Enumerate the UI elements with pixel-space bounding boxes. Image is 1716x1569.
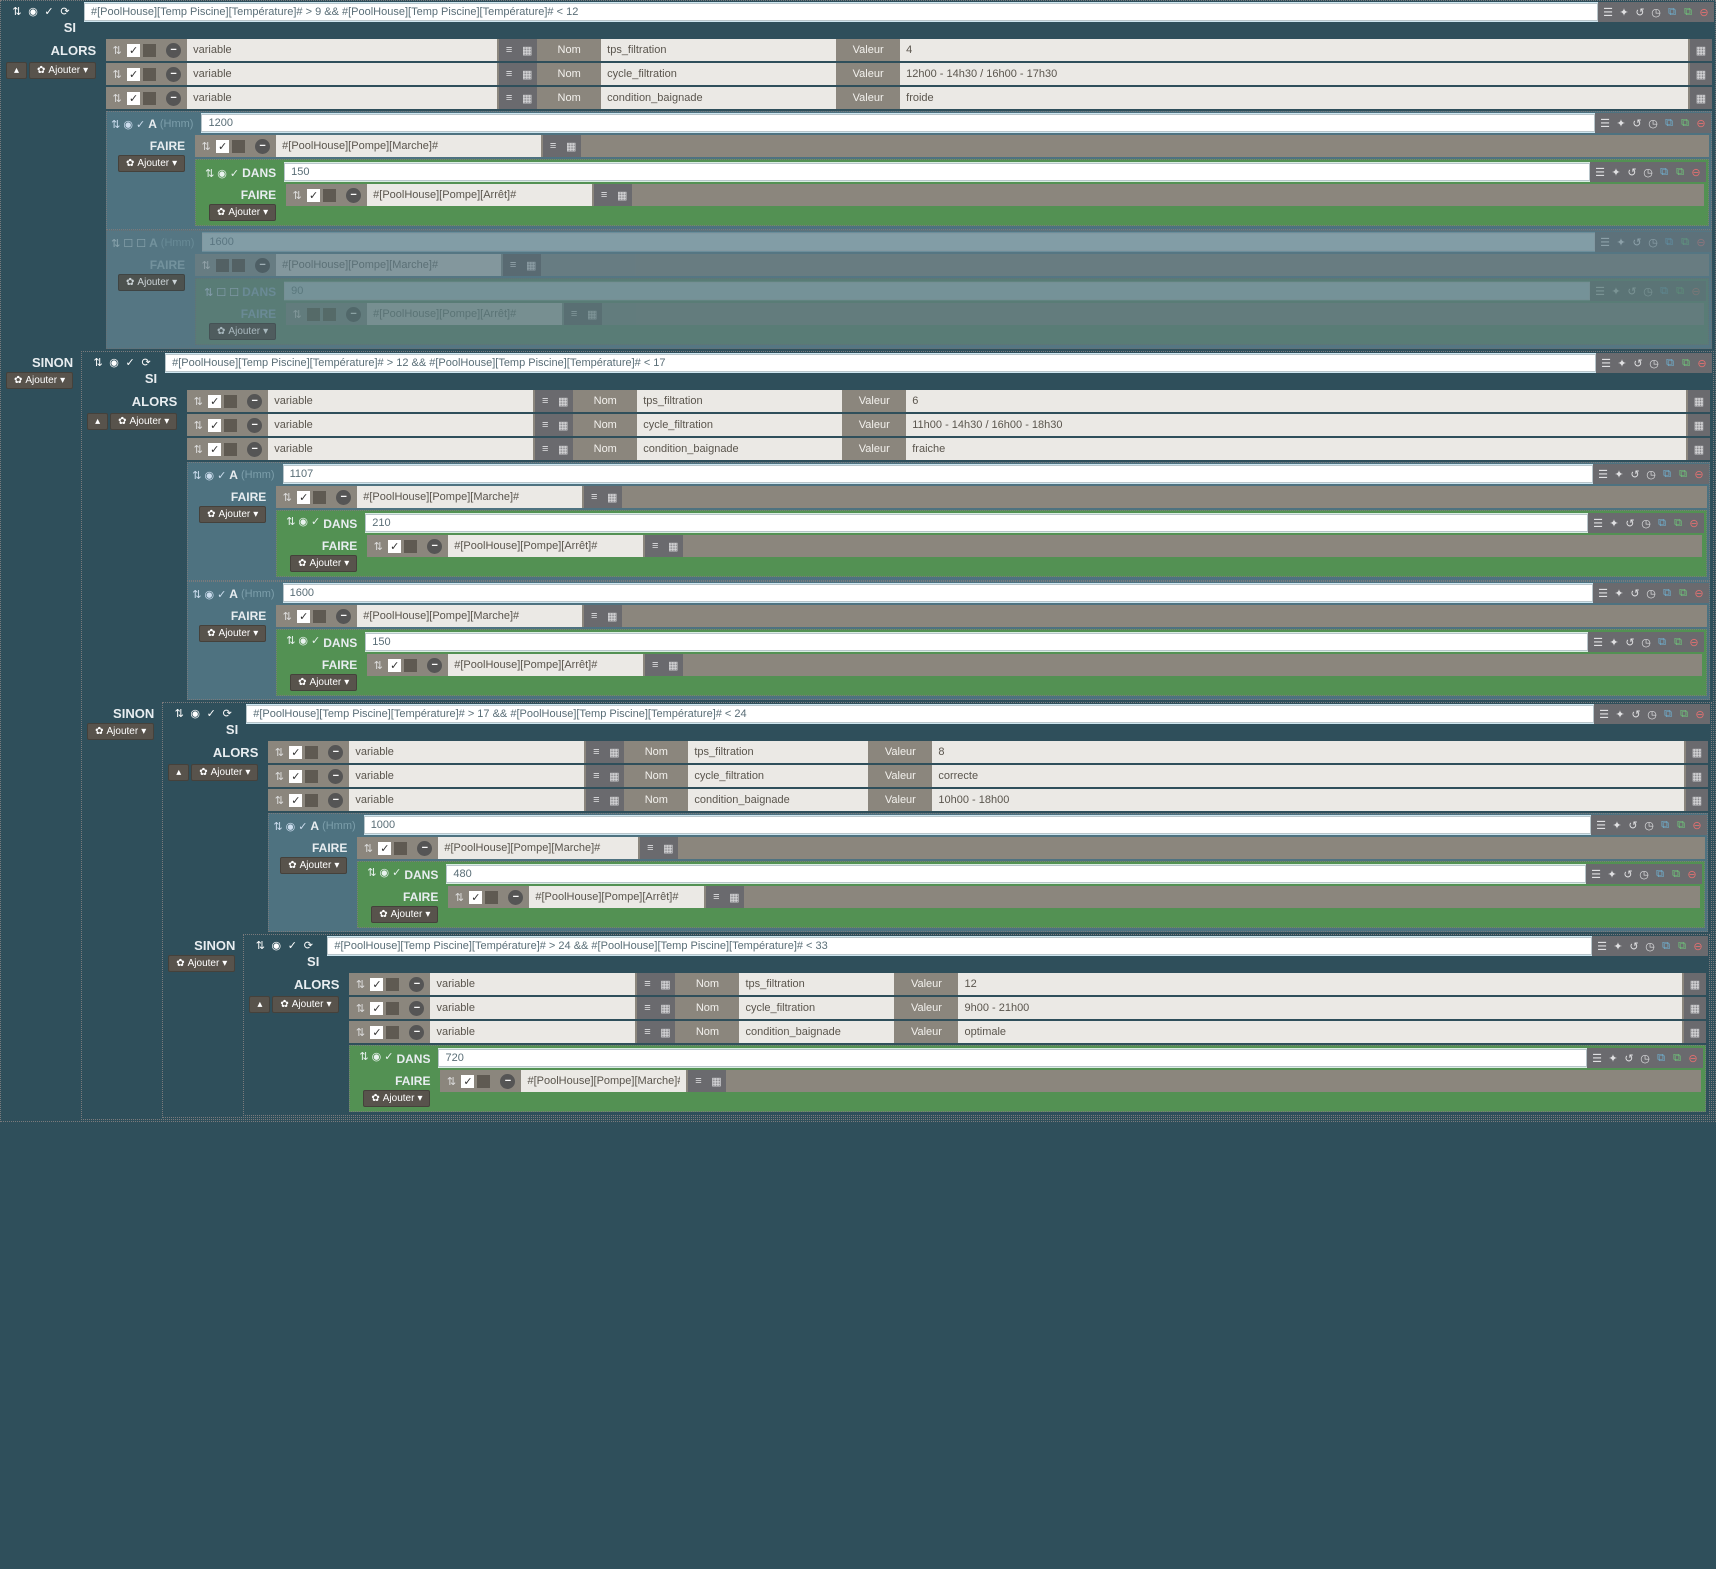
faire-keyword: FAIRE: [150, 137, 185, 155]
list-icon[interactable]: ☰: [1601, 5, 1615, 19]
ajouter-button[interactable]: ✿ Ajouter ▾: [209, 204, 276, 221]
ajouter-button[interactable]: ✿ Ajouter ▾: [29, 62, 96, 79]
duplicate-icon[interactable]: ⧉: [1681, 5, 1695, 19]
action-row: ⇅✓ − ≡▦: [286, 184, 1704, 206]
eye-icon[interactable]: ◉: [123, 118, 133, 131]
variable-row: ⇅✓ − ≡▦ Nom Valeur ▦: [106, 63, 1712, 85]
sinon-keyword: SINON: [32, 353, 73, 372]
collapse-button[interactable]: ▴: [6, 62, 27, 79]
block-icons[interactable]: ⇅ ◉ ✓ ⟳: [6, 4, 76, 18]
grid-icon[interactable]: ▦: [519, 43, 535, 57]
valeur-input[interactable]: [900, 39, 1688, 61]
nom-input[interactable]: [601, 39, 836, 61]
options-icon[interactable]: [143, 44, 156, 57]
si-condition-input[interactable]: [165, 354, 1596, 372]
a-time-bar: ☰✦↺◷⧉⧉⊖: [201, 113, 1711, 133]
refresh-icon[interactable]: ⟳: [58, 4, 72, 18]
checkbox[interactable]: ✓: [127, 44, 140, 57]
valeur-label: Valeur: [838, 39, 898, 61]
check-icon[interactable]: ✓: [136, 118, 145, 131]
sort-icon[interactable]: ⇅: [111, 118, 120, 131]
copy-icon[interactable]: ⧉: [1665, 5, 1679, 19]
history-icon[interactable]: ↺: [1633, 5, 1647, 19]
bar-tools[interactable]: ☰ ✦ ↺ ◷ ⧉ ⧉ ⊖: [1598, 2, 1714, 22]
puzzle-icon[interactable]: ✦: [1617, 5, 1631, 19]
eye-icon[interactable]: ◉: [26, 4, 40, 18]
nom-label: Nom: [539, 39, 599, 61]
action-row: ⇅✓ − ≡▦: [195, 135, 1709, 157]
a-time-input[interactable]: [201, 114, 1595, 132]
action-input[interactable]: [276, 135, 541, 157]
a-keyword: A: [148, 115, 157, 133]
sort-icon[interactable]: ⇅: [10, 4, 24, 18]
globe-icon[interactable]: ◷: [1649, 5, 1663, 19]
variable-row: ⇅✓ − ≡▦ Nom Valeur ▦: [106, 87, 1712, 109]
grid-icon[interactable]: ▦: [1690, 39, 1712, 61]
dans-bar: ☰✦↺◷⧉⧉⊖: [284, 162, 1706, 182]
a-hint: (Hmm): [160, 118, 194, 130]
dans-delay-input[interactable]: [284, 163, 1590, 181]
ajouter-button[interactable]: ✿ Ajouter ▾: [118, 155, 185, 172]
check-icon[interactable]: ✓: [42, 4, 56, 18]
ajouter-button[interactable]: ✿ Ajouter ▾: [118, 274, 185, 291]
si-keyword: SI: [64, 18, 76, 37]
remove-icon[interactable]: −: [166, 43, 181, 58]
dans-keyword: DANS: [242, 164, 276, 182]
si-condition-bar: ☰ ✦ ↺ ◷ ⧉ ⧉ ⊖: [84, 2, 1714, 22]
alors-keyword: ALORS: [51, 41, 97, 60]
a-time-input[interactable]: [202, 233, 1595, 251]
ajouter-button[interactable]: ✿ Ajouter ▾: [209, 323, 276, 340]
list-icon[interactable]: ≡: [501, 43, 517, 57]
si-condition-input[interactable]: [84, 3, 1598, 21]
variable-type[interactable]: [187, 39, 497, 61]
ajouter-button[interactable]: ✿ Ajouter ▾: [6, 372, 73, 389]
sort-icon[interactable]: ⇅: [110, 43, 124, 57]
variable-row: ⇅✓ − ≡▦ Nom Valeur ▦: [106, 39, 1712, 61]
remove-icon[interactable]: ⊖: [1697, 5, 1711, 19]
